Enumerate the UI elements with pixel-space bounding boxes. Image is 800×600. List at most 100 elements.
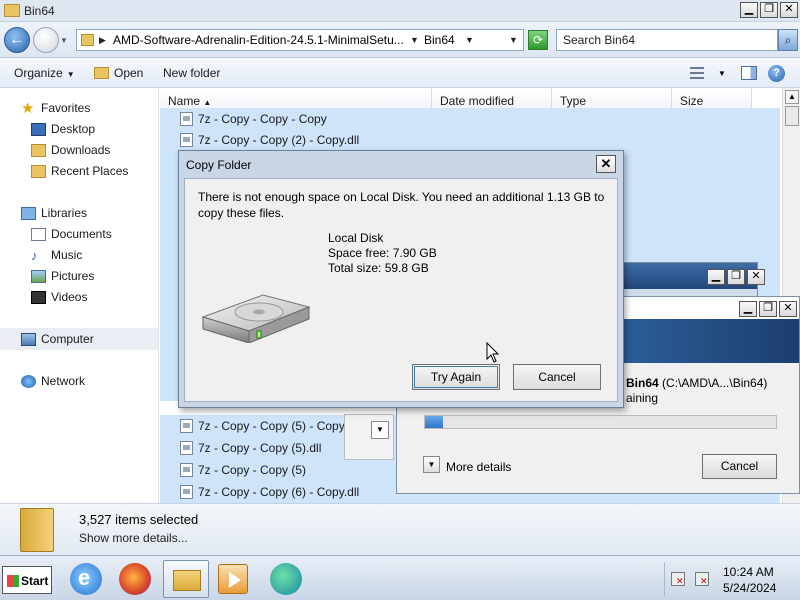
destination-path: Bin64 (C:\AMD\A...\Bin64): [626, 376, 767, 390]
nav-downloads-label: Downloads: [51, 143, 111, 157]
nav-favorites[interactable]: ★ Favorites: [21, 101, 91, 116]
file-name: 7z - Copy - Copy (5) - Copy: [198, 419, 345, 433]
navigation-pane: ★ Favorites Desktop Downloads Recent Plac…: [0, 88, 159, 503]
start-label: Start: [21, 574, 49, 588]
file-icon: [180, 112, 193, 126]
partial-window: ▼: [344, 414, 394, 460]
more-details-toggle[interactable]: ▼: [423, 456, 440, 473]
progress-fill: [425, 416, 443, 428]
internet-explorer-icon[interactable]: [70, 563, 102, 595]
restore-button[interactable]: ❐: [760, 2, 778, 18]
close-button[interactable]: ✕: [779, 301, 797, 317]
edge-icon[interactable]: [270, 563, 302, 595]
help-icon[interactable]: ?: [768, 65, 785, 82]
show-more-details-link[interactable]: Show more details...: [79, 531, 188, 545]
copy-folder-dialog: Copy Folder ✕ There is not enough space …: [178, 150, 624, 408]
nav-computer[interactable]: Computer: [21, 332, 94, 346]
videos-icon: [31, 291, 46, 304]
windows-logo-icon: [7, 575, 19, 587]
file-name: 7z - Copy - Copy (5).dll: [198, 441, 322, 455]
scroll-thumb[interactable]: [785, 106, 799, 126]
minimize-button[interactable]: ▁: [707, 269, 725, 285]
minimize-button[interactable]: ▁: [739, 301, 757, 317]
nav-recent-label: Recent Places: [51, 164, 129, 178]
nav-documents[interactable]: Documents: [31, 227, 112, 241]
file-row[interactable]: 7z - Copy - Copy - Copy: [160, 108, 780, 130]
open-folder-icon: [94, 67, 109, 79]
selection-count: 3,527 items selected: [79, 512, 199, 527]
disk-name: Local Disk: [328, 231, 384, 245]
destination-folder: Bin64: [626, 376, 659, 390]
nav-downloads[interactable]: Downloads: [31, 143, 111, 157]
nav-music[interactable]: ♪ Music: [31, 248, 82, 262]
address-history-dropdown[interactable]: ▼: [509, 35, 518, 45]
file-icon: [180, 133, 193, 147]
file-icon: [180, 463, 193, 477]
file-icon: [180, 419, 193, 433]
pictures-icon: [31, 270, 46, 283]
try-again-button[interactable]: Try Again: [412, 364, 500, 390]
file-row[interactable]: 7z - Copy - Copy (2) - Copy.dll: [160, 129, 780, 151]
nav-recent-places[interactable]: Recent Places: [31, 164, 129, 178]
recent-pages-dropdown[interactable]: ▼: [60, 36, 68, 45]
breadcrumb-bin64[interactable]: Bin64: [424, 33, 455, 47]
refresh-button[interactable]: ⟳: [528, 30, 548, 50]
progress-cancel-button[interactable]: Cancel: [702, 454, 777, 479]
mouse-cursor-icon: [486, 342, 500, 363]
restore-button[interactable]: ❐: [727, 269, 745, 285]
breadcrumb-amd-folder[interactable]: AMD-Software-Adrenalin-Edition-24.5.1-Mi…: [113, 33, 404, 47]
close-button[interactable]: ✕: [780, 2, 798, 18]
clock-time[interactable]: 10:24 AM: [723, 565, 774, 579]
forward-button[interactable]: [33, 27, 59, 53]
new-folder-button[interactable]: New folder: [163, 66, 220, 80]
more-details-label[interactable]: More details: [446, 460, 511, 474]
close-button[interactable]: ✕: [747, 269, 765, 285]
start-button[interactable]: Start: [2, 566, 52, 594]
hard-drive-icon: [201, 294, 311, 343]
nav-libraries-label: Libraries: [41, 206, 88, 220]
action-center-icon[interactable]: [671, 572, 685, 587]
change-view-icon[interactable]: [690, 67, 704, 79]
nav-pictures[interactable]: Pictures: [31, 269, 94, 283]
file-name: 7z - Copy - Copy (6) - Copy.dll: [198, 485, 360, 499]
details-pane: 3,527 items selected Show more details..…: [0, 503, 800, 555]
nav-videos[interactable]: Videos: [31, 290, 87, 304]
clock-date[interactable]: 5/24/2024: [723, 581, 776, 595]
nav-libraries[interactable]: Libraries: [21, 206, 88, 220]
nav-desktop[interactable]: Desktop: [31, 122, 95, 136]
address-bar[interactable]: ▶ AMD-Software-Adrenalin-Edition-24.5.1-…: [76, 29, 524, 51]
nav-documents-label: Documents: [51, 227, 112, 241]
system-tray: 10:24 AM 5/24/2024: [664, 562, 798, 596]
windows-explorer-icon[interactable]: [163, 560, 209, 598]
nav-network[interactable]: Network: [21, 374, 85, 388]
organize-button[interactable]: Organize ▼: [14, 66, 75, 80]
media-player-icon[interactable]: [218, 564, 248, 594]
nav-computer-label: Computer: [41, 332, 94, 346]
firefox-icon[interactable]: [119, 563, 151, 595]
preview-pane-button[interactable]: [741, 66, 757, 80]
view-options-dropdown[interactable]: ▼: [718, 69, 726, 78]
scroll-up-arrow[interactable]: ▲: [785, 90, 799, 104]
restore-button[interactable]: ❐: [759, 301, 777, 317]
file-icon: [180, 485, 193, 499]
dialog-close-button[interactable]: ✕: [596, 155, 616, 173]
breadcrumb-dropdown-icon[interactable]: ▼: [465, 35, 474, 45]
network-disconnected-icon[interactable]: [695, 572, 709, 587]
disk-total-size: Total size: 59.8 GB: [328, 261, 429, 275]
search-icon[interactable]: ⌕: [778, 29, 798, 51]
chevron-down-icon[interactable]: ▼: [371, 421, 389, 439]
breadcrumb-chevron-icon[interactable]: ▶: [99, 35, 106, 46]
destination-full-path: (C:\AMD\A...\Bin64): [662, 376, 768, 390]
open-button[interactable]: Open: [94, 66, 143, 80]
dialog-message: There is not enough space on Local Disk.…: [198, 190, 605, 220]
minimize-button[interactable]: ▁: [740, 2, 758, 18]
time-remaining: aining: [626, 391, 659, 405]
nav-favorites-label: Favorites: [41, 101, 91, 115]
libraries-icon: [21, 207, 36, 220]
search-input[interactable]: Search Bin64: [556, 29, 778, 51]
computer-icon: [21, 333, 36, 346]
disk-space-free: Space free: 7.90 GB: [328, 246, 437, 260]
breadcrumb-dropdown-icon[interactable]: ▼: [410, 35, 419, 45]
cancel-button[interactable]: Cancel: [513, 364, 601, 390]
back-button[interactable]: ←: [4, 27, 30, 53]
